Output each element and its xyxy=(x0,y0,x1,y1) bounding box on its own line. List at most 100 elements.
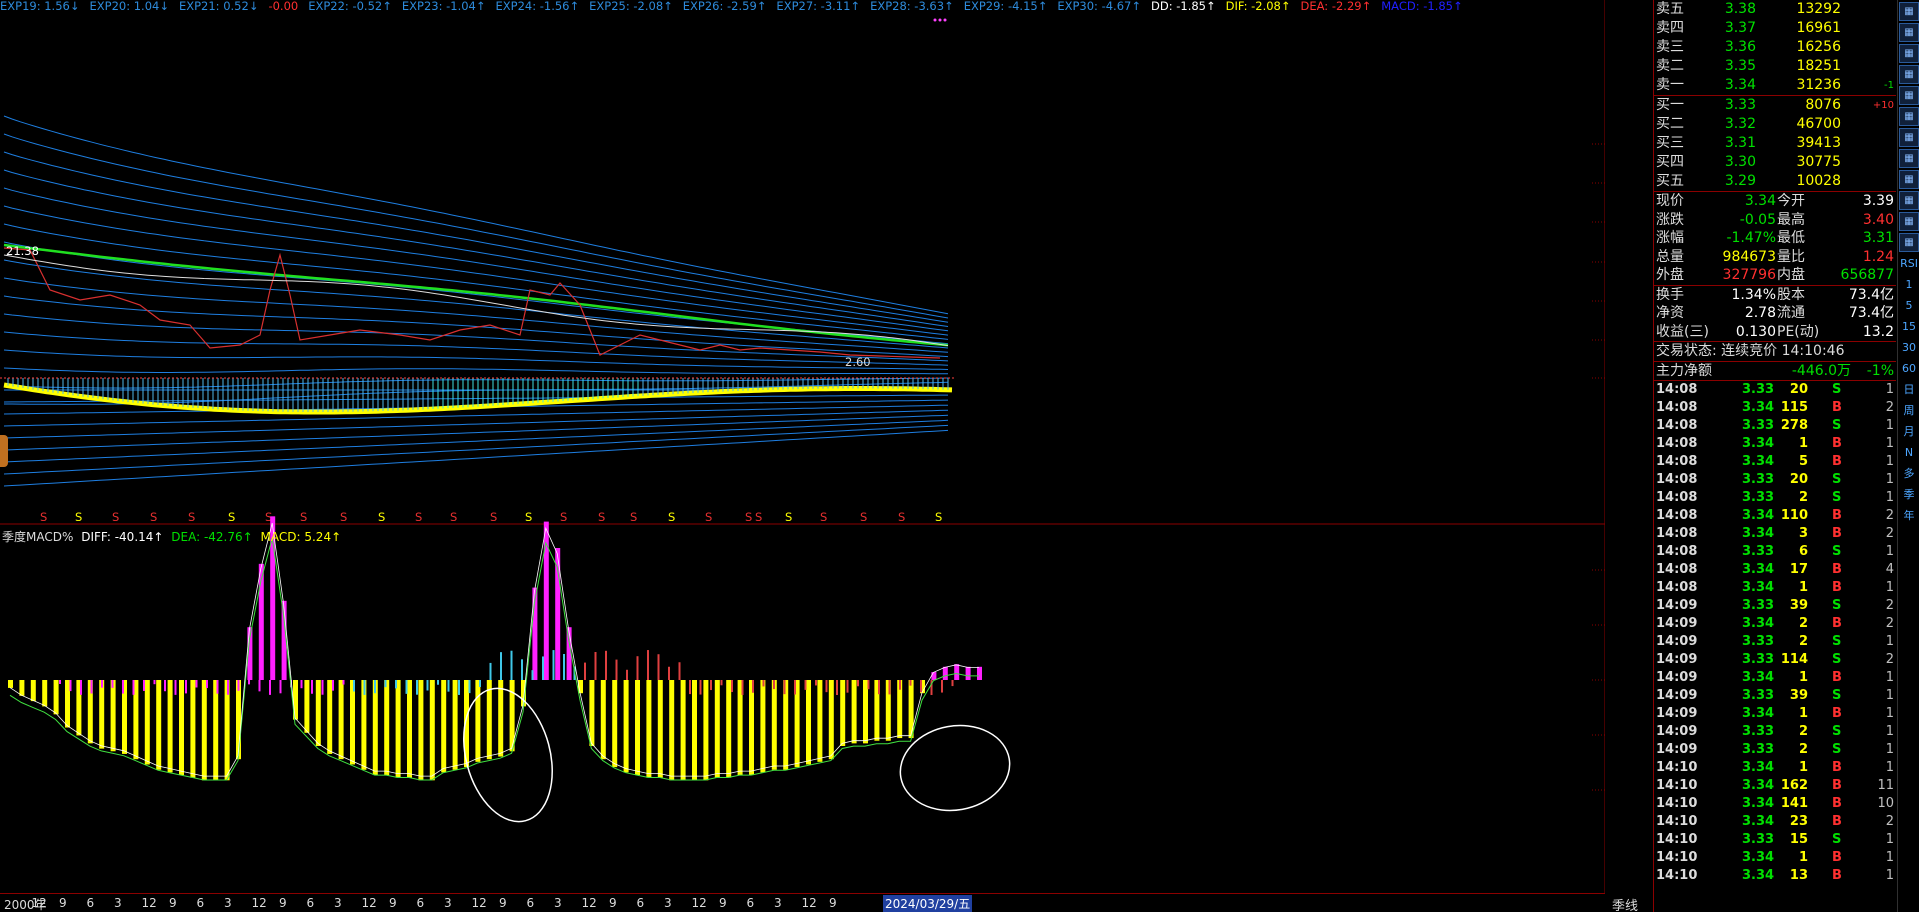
tick-row[interactable]: 14:09 3.33 2 S 1 xyxy=(1654,723,1896,741)
period-button[interactable]: 15 xyxy=(1899,317,1919,336)
kline-icon[interactable]: ▦ xyxy=(1899,23,1919,42)
tick-row[interactable]: 14:10 3.34 141 B 10 xyxy=(1654,795,1896,813)
indicator-value: EXP29: -4.15↑ xyxy=(963,0,1048,13)
zoom-icon[interactable]: ▦ xyxy=(1899,191,1919,210)
period-label[interactable]: 季线 xyxy=(1612,895,1638,912)
tick-time: 14:10 xyxy=(1656,778,1698,793)
period-button[interactable]: 年 xyxy=(1899,506,1919,525)
bid-row[interactable]: 买五 3.29 10028 xyxy=(1654,172,1896,191)
tick-row[interactable]: 14:09 3.33 39 S 2 xyxy=(1654,597,1896,615)
chart-type-icon[interactable]: ▦ xyxy=(1899,2,1919,21)
time-axis: 2000年 12 9 6 3 12 9 6 3 12 9 6 3 12 9 6 3 12 9 6 3 12 9 6 3 12 9 6 3… xyxy=(0,893,1605,912)
tick-row[interactable]: 14:08 3.34 115 B 2 xyxy=(1654,399,1896,417)
tick-count: 2 xyxy=(1885,526,1894,541)
tick-time: 14:08 xyxy=(1656,562,1698,577)
period-button[interactable]: 月 xyxy=(1899,422,1919,441)
tick-row[interactable]: 14:08 3.34 17 B 4 xyxy=(1654,561,1896,579)
period-button[interactable]: 周 xyxy=(1899,401,1919,420)
signal-marker: S xyxy=(490,510,497,524)
ask-row[interactable]: 卖五 3.38 13292 xyxy=(1654,0,1896,19)
tick-price: 3.33 xyxy=(1742,418,1775,433)
period-button[interactable]: 1 xyxy=(1899,275,1919,294)
macd-bar xyxy=(350,680,355,765)
bid-row[interactable]: 买三 3.31 39413 xyxy=(1654,134,1896,153)
chart-canvas[interactable]: 38.8332.3625.8919.4212.946.470.0021.382.… xyxy=(0,0,1605,893)
period-button[interactable]: 5 xyxy=(1899,296,1919,315)
tick-price: 3.34 xyxy=(1742,868,1775,883)
tick-row[interactable]: 14:08 3.33 20 S 1 xyxy=(1654,381,1896,399)
quote-key: 最高 xyxy=(1777,211,1805,228)
kline-chart-area[interactable]: 38.8332.3625.8919.4212.946.470.0021.382.… xyxy=(0,0,1605,912)
tick-count: 2 xyxy=(1885,814,1894,829)
period-button[interactable]: 季 xyxy=(1899,485,1919,504)
tick-row[interactable]: 14:08 3.34 5 B 1 xyxy=(1654,453,1896,471)
tick-row[interactable]: 14:08 3.34 1 B 1 xyxy=(1654,579,1896,597)
tick-row[interactable]: 14:08 3.34 3 B 2 xyxy=(1654,525,1896,543)
macd-bar xyxy=(863,680,868,744)
macd-icon[interactable]: ▦ xyxy=(1899,233,1919,252)
fenshi-icon[interactable]: ▦ xyxy=(1899,44,1919,63)
tick-row[interactable]: 14:10 3.34 162 B 11 xyxy=(1654,777,1896,795)
macd-bar xyxy=(635,680,640,776)
tick-row[interactable]: 14:08 3.33 278 S 1 xyxy=(1654,417,1896,435)
tick-volume: 1 xyxy=(1798,706,1808,721)
macd-bar xyxy=(851,680,857,744)
ask-row[interactable]: 卖二 3.35 18251 xyxy=(1654,57,1896,76)
period-button[interactable]: 日 xyxy=(1899,380,1919,399)
tick-row[interactable]: 14:08 3.33 6 S 1 xyxy=(1654,543,1896,561)
tick-row[interactable]: 14:09 3.33 39 S 1 xyxy=(1654,687,1896,705)
tick-side: B xyxy=(1832,400,1842,415)
x-tick-label: 3 xyxy=(224,896,232,910)
tick-row[interactable]: 14:10 3.34 1 B 1 xyxy=(1654,759,1896,777)
tick-row[interactable]: 14:09 3.33 2 S 1 xyxy=(1654,633,1896,651)
settings-icon[interactable]: ▦ xyxy=(1899,212,1919,231)
f10-icon[interactable]: ▦ xyxy=(1899,107,1919,126)
signal-marker: S xyxy=(745,510,752,524)
tick-row[interactable]: 14:08 3.33 2 S 1 xyxy=(1654,489,1896,507)
profile-icon[interactable]: ▦ xyxy=(1899,170,1919,189)
signal-marker: S xyxy=(705,510,712,524)
tick-row[interactable]: 14:08 3.33 20 S 1 xyxy=(1654,471,1896,489)
ask-row[interactable]: 卖一 3.34 31236 -1 xyxy=(1654,76,1896,95)
level-price: 3.35 xyxy=(1724,58,1756,74)
period-button[interactable]: N xyxy=(1899,443,1919,462)
tick-row[interactable]: 14:10 3.34 13 B 1 xyxy=(1654,867,1896,885)
bid-row[interactable]: 买二 3.32 46700 xyxy=(1654,115,1896,134)
news-icon[interactable]: ▦ xyxy=(1899,128,1919,147)
macd-bar xyxy=(760,680,766,773)
bid-row[interactable]: 买一 3.33 8076 +10 xyxy=(1654,96,1896,115)
period-button[interactable]: 60 xyxy=(1899,359,1919,378)
tick-row[interactable]: 14:09 3.33 2 S 1 xyxy=(1654,741,1896,759)
tick-list[interactable]: 14:08 3.33 20 S 1 14:08 3.34 115 B 2 14:08 3.33 278 S… xyxy=(1654,381,1896,885)
volume-icon[interactable]: ▦ xyxy=(1899,65,1919,84)
period-button[interactable]: RSI xyxy=(1899,254,1919,273)
tick-price: 3.34 xyxy=(1742,562,1775,577)
tick-side: B xyxy=(1832,706,1842,721)
collapse-handle[interactable] xyxy=(0,435,8,467)
signal-marker: S xyxy=(75,510,82,524)
tick-row[interactable]: 14:09 3.34 1 B 1 xyxy=(1654,669,1896,687)
tick-row[interactable]: 14:08 3.34 1 B 1 xyxy=(1654,435,1896,453)
tick-row[interactable]: 14:09 3.34 1 B 1 xyxy=(1654,705,1896,723)
ask-row[interactable]: 卖三 3.36 16256 xyxy=(1654,38,1896,57)
tick-row[interactable]: 14:09 3.33 114 S 2 xyxy=(1654,651,1896,669)
quote-value: 3.40 xyxy=(1862,211,1894,228)
period-button[interactable]: 多 xyxy=(1899,464,1919,483)
x-tick-label: 3 xyxy=(664,896,672,910)
period-button[interactable]: 30 xyxy=(1899,338,1919,357)
stats-key: 换手 xyxy=(1656,286,1684,303)
tick-time: 14:08 xyxy=(1656,472,1698,487)
cost-icon[interactable]: ▦ xyxy=(1899,149,1919,168)
signal-marker: S xyxy=(40,510,47,524)
tick-side: B xyxy=(1832,796,1842,811)
ma-icon[interactable]: ▦ xyxy=(1899,86,1919,105)
signal-marker: S xyxy=(188,510,195,524)
tick-row[interactable]: 14:10 3.34 1 B 1 xyxy=(1654,849,1896,867)
bid-row[interactable]: 买四 3.30 30775 xyxy=(1654,153,1896,172)
tick-row[interactable]: 14:10 3.34 23 B 2 xyxy=(1654,813,1896,831)
tick-volume: 20 xyxy=(1789,382,1808,397)
tick-row[interactable]: 14:09 3.34 2 B 2 xyxy=(1654,615,1896,633)
tick-row[interactable]: 14:10 3.33 15 S 1 xyxy=(1654,831,1896,849)
ask-row[interactable]: 卖四 3.37 16961 xyxy=(1654,19,1896,38)
tick-row[interactable]: 14:08 3.34 110 B 2 xyxy=(1654,507,1896,525)
